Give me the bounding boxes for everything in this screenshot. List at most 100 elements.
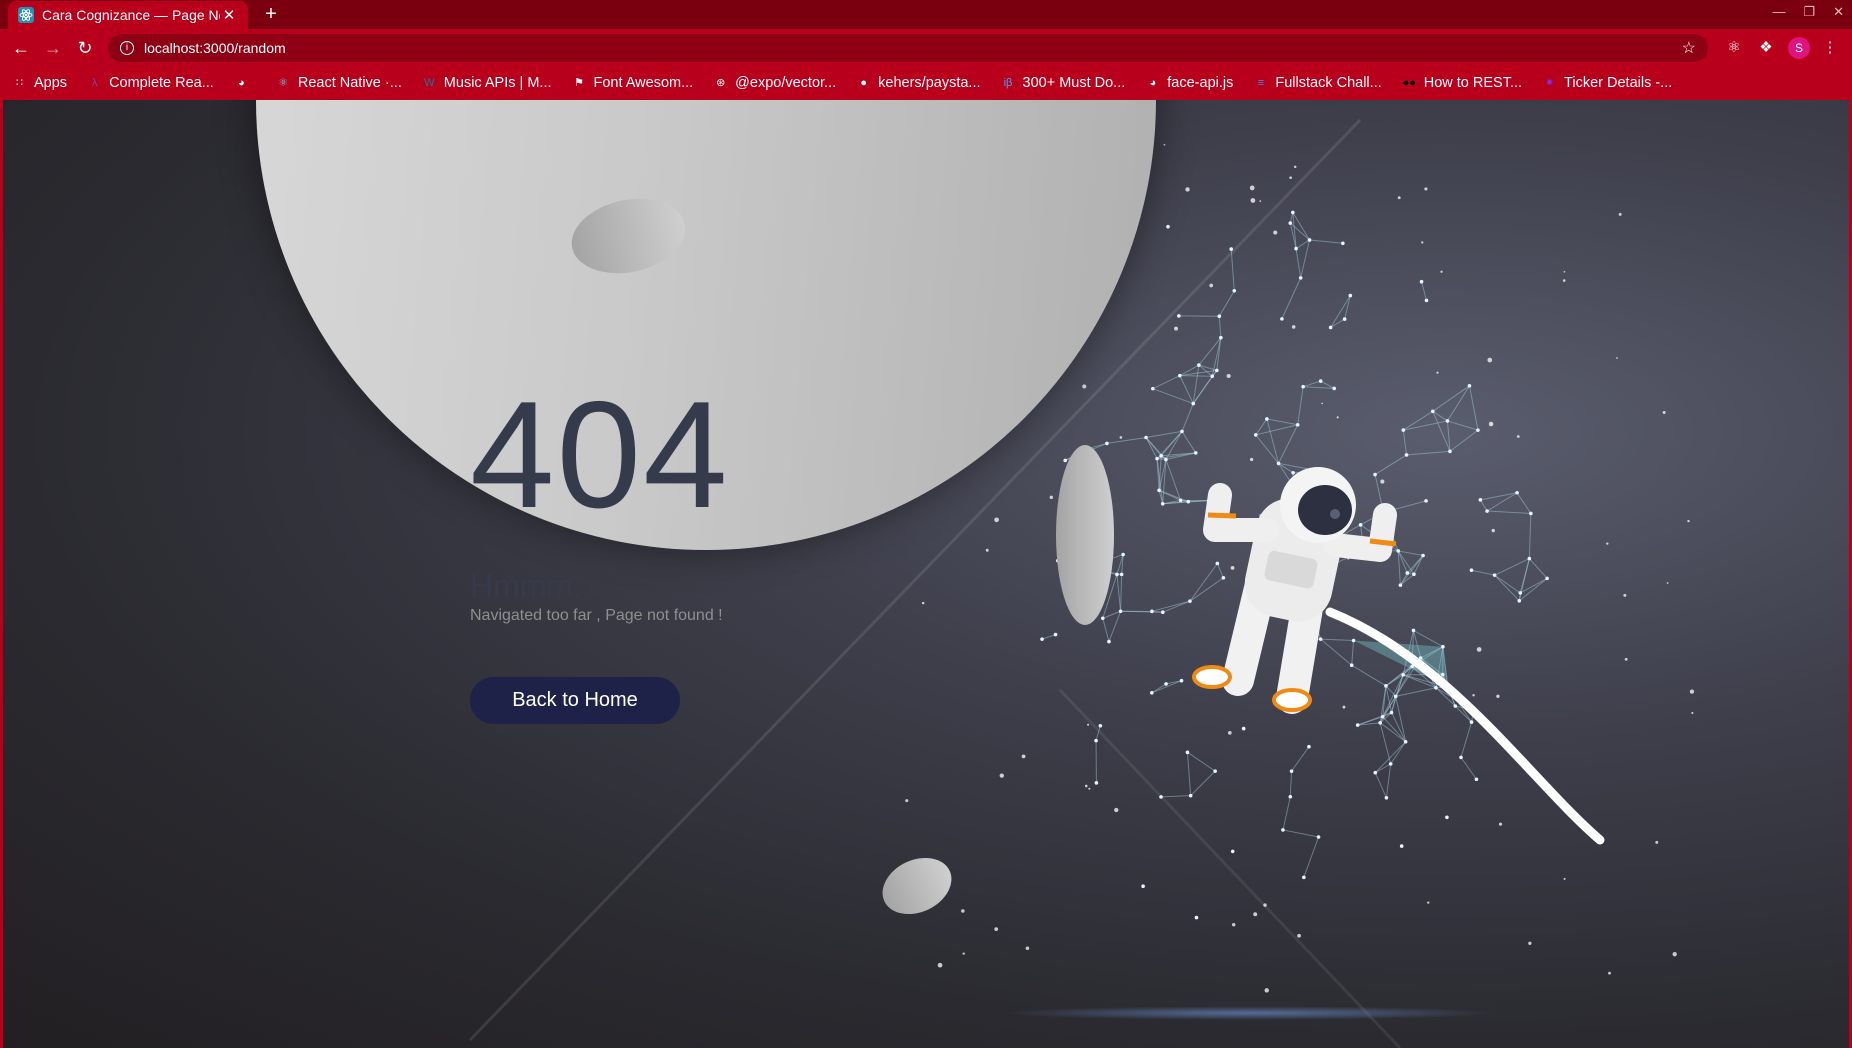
- network-line: [1303, 836, 1320, 878]
- address-bar[interactable]: i localhost:3000/random ☆: [108, 34, 1708, 62]
- bookmark-item[interactable]: ∷ Apps: [12, 75, 67, 91]
- bookmark-item[interactable]: ⊛ @expo/vector...: [713, 75, 836, 91]
- bookmark-item[interactable]: ✷ Ticker Details -...: [1542, 75, 1672, 91]
- network-line: [1289, 569, 1321, 573]
- bookmark-item[interactable]: ● kehers/paysta...: [856, 75, 980, 91]
- url-text: localhost:3000/random: [144, 40, 286, 56]
- window-controls: — ❐ ✕: [1772, 4, 1844, 20]
- reload-icon[interactable]: ↻: [72, 35, 98, 61]
- react-icon: [18, 7, 34, 23]
- network-node: [1348, 293, 1353, 298]
- network-node: [1518, 591, 1523, 595]
- bookmark-item[interactable]: ◕ face-api.js: [1145, 75, 1233, 91]
- star-dot: [1472, 694, 1475, 697]
- star-dot: [1563, 877, 1566, 880]
- network-line: [1494, 558, 1530, 576]
- network-line: [1181, 403, 1194, 432]
- bookmark-item[interactable]: ⚛ React Native ·...: [276, 75, 401, 91]
- network-line: [1487, 510, 1531, 514]
- error-message: Navigated too far , Page not found !: [470, 607, 723, 624]
- network-node: [1301, 384, 1305, 389]
- profile-avatar[interactable]: S: [1788, 37, 1810, 59]
- bookmark-item[interactable]: ◕: [234, 76, 256, 91]
- star-dot: [1655, 840, 1659, 844]
- network-node: [1094, 738, 1098, 743]
- network-node: [1230, 849, 1235, 854]
- network-node: [1188, 793, 1193, 798]
- network-node: [1384, 795, 1389, 800]
- star-dot: [1230, 565, 1235, 570]
- star-dot: [1342, 705, 1346, 709]
- bookmark-item[interactable]: ⚑ Font Awesom...: [572, 75, 693, 91]
- star-dot: [999, 773, 1004, 778]
- network-node: [1316, 835, 1321, 839]
- network-line: [1156, 458, 1164, 504]
- network-line: [1297, 386, 1304, 425]
- react-devtools-icon[interactable]: ⚛: [1724, 38, 1744, 58]
- network-line: [1406, 555, 1424, 574]
- star-dot: [1259, 514, 1262, 517]
- network-node: [1295, 422, 1300, 427]
- star-dot: [1021, 754, 1026, 759]
- doc-icon: ≡: [1257, 76, 1265, 89]
- star-dot: [1049, 495, 1053, 499]
- network-node: [1180, 429, 1184, 434]
- star-dot: [905, 799, 909, 803]
- network-node: [1289, 518, 1293, 522]
- network-node: [1150, 691, 1154, 695]
- network-line: [1360, 524, 1399, 552]
- network-node: [1401, 673, 1405, 677]
- network-line: [1300, 239, 1311, 279]
- network-node: [1411, 628, 1416, 633]
- bookmark-item[interactable]: ≡ Fullstack Chall...: [1253, 75, 1382, 91]
- menu-kebab-icon[interactable]: ⋮: [1820, 38, 1840, 58]
- network-line: [1382, 716, 1407, 743]
- network-node: [1164, 682, 1168, 686]
- network-line: [1383, 500, 1427, 513]
- network-node: [1178, 498, 1183, 503]
- network-node: [1424, 499, 1428, 503]
- network-node: [1191, 401, 1196, 406]
- network-line: [1302, 380, 1321, 388]
- network-line: [1494, 574, 1520, 602]
- restore-icon[interactable]: ❐: [1803, 4, 1815, 20]
- close-tab-icon[interactable]: ✕: [220, 6, 238, 24]
- minimize-icon[interactable]: —: [1772, 4, 1785, 20]
- forward-arrow-icon[interactable]: →: [40, 35, 66, 61]
- star-dot: [1666, 582, 1669, 584]
- bookmark-item[interactable]: iβ 300+ Must Do...: [1001, 75, 1126, 91]
- network-node: [1119, 572, 1124, 577]
- network-line: [1278, 424, 1299, 464]
- new-tab-button[interactable]: +: [260, 2, 282, 26]
- site-info-icon[interactable]: i: [120, 41, 134, 55]
- bookmark-star-icon[interactable]: ☆: [1682, 38, 1696, 58]
- extensions-puzzle-icon[interactable]: ❖: [1756, 38, 1776, 58]
- back-to-home-button[interactable]: Back to Home: [470, 677, 680, 724]
- bookmark-label: Ticker Details -...: [1564, 75, 1673, 91]
- network-line: [1447, 420, 1479, 431]
- network-node: [1380, 714, 1385, 719]
- network-line: [1360, 524, 1365, 551]
- network-node: [1421, 553, 1425, 558]
- close-window-icon[interactable]: ✕: [1833, 4, 1844, 20]
- star-dot: [1662, 410, 1666, 414]
- star-dot: [1293, 165, 1297, 169]
- network-node: [1107, 639, 1111, 644]
- network-line: [1290, 519, 1302, 566]
- star-dot: [1231, 923, 1236, 927]
- error-content: 404 Hmmm... Navigated too far , Page not…: [470, 379, 890, 724]
- back-arrow-icon[interactable]: ←: [8, 35, 34, 61]
- network-line: [1291, 746, 1310, 772]
- network-node: [1448, 449, 1452, 454]
- bookmark-item[interactable]: ●● How to REST...: [1402, 75, 1522, 91]
- network-node: [1287, 569, 1292, 574]
- star-dot: [1082, 384, 1087, 389]
- network-node: [1155, 456, 1159, 461]
- network-line: [1303, 386, 1335, 389]
- bookmark-item[interactable]: λ Complete Rea...: [87, 75, 214, 91]
- browser-tab[interactable]: Cara Cognizance — Page Not Found ✕: [8, 1, 248, 29]
- bookmark-item[interactable]: W Music APIs | M...: [422, 75, 551, 91]
- network-node: [1474, 777, 1479, 782]
- network-line: [1282, 796, 1291, 831]
- network-node: [1434, 685, 1438, 690]
